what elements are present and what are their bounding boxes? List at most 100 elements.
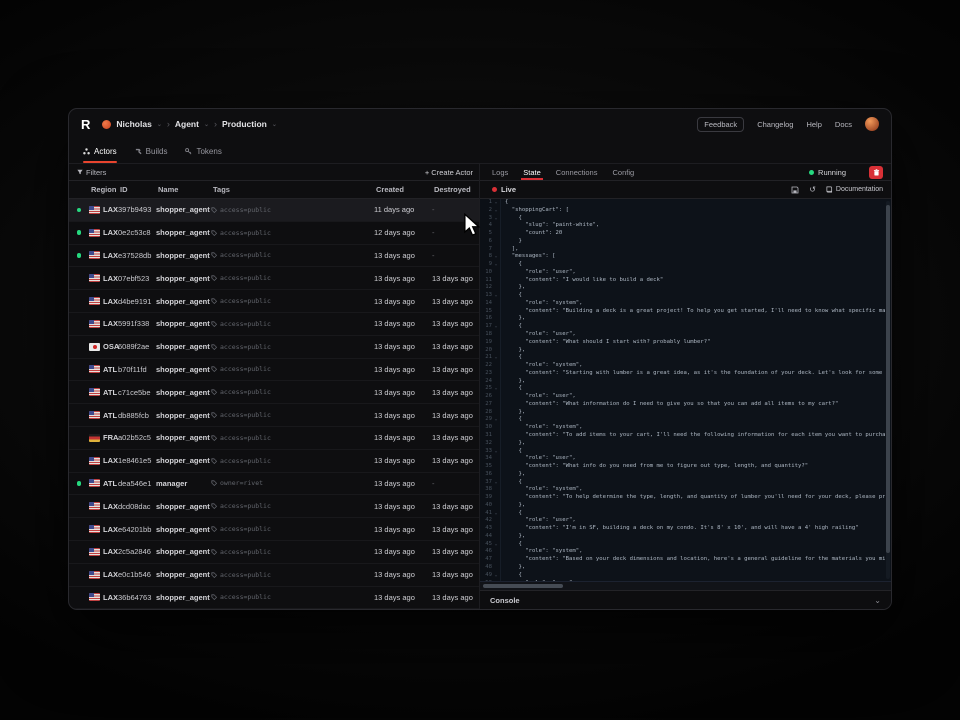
table-row[interactable]: LAX e37528db shopper_agent access=public… — [69, 245, 479, 268]
code-line: 23 "content": "Starting with lumber is a… — [480, 370, 885, 378]
table-row[interactable]: LAX d4be9191 shopper_agent access=public… — [69, 290, 479, 313]
chevron-down-icon[interactable]: ⌄ — [272, 121, 277, 128]
help-link[interactable]: Help — [806, 120, 821, 129]
tab-logs[interactable]: Logs — [492, 164, 508, 180]
row-region: LAX — [103, 593, 118, 602]
table-row[interactable]: ATL db885fcb shopper_agent access=public… — [69, 404, 479, 427]
table-row[interactable]: LAX 0e2c53c8 shopper_agent access=public… — [69, 222, 479, 245]
tab-state[interactable]: State — [523, 164, 541, 180]
tab-actors[interactable]: Actors — [83, 147, 117, 163]
table-row[interactable]: ATL b70f11fd shopper_agent access=public… — [69, 359, 479, 382]
row-tag: access=public — [220, 548, 271, 556]
fold-icon[interactable]: ⌄ — [492, 354, 501, 362]
row-status-cell — [69, 595, 89, 600]
horizontal-scrollbar[interactable] — [480, 581, 891, 590]
save-icon[interactable] — [791, 186, 799, 194]
tag-icon — [211, 207, 217, 213]
fold-icon[interactable]: ⌄ — [492, 448, 501, 456]
col-created[interactable]: Created — [374, 185, 432, 194]
code-editor[interactable]: 1⌄{2⌄ "shoppingCart": [3⌄ {4 "slug": "pa… — [480, 199, 891, 581]
docs-link[interactable]: Docs — [835, 120, 852, 129]
breadcrumb-project[interactable]: Agent — [175, 119, 199, 129]
table-row[interactable]: OSA 6089f2ae shopper_agent access=public… — [69, 336, 479, 359]
fold-icon[interactable]: ⌄ — [492, 479, 501, 487]
line-number: 20 — [480, 347, 492, 355]
table-row[interactable]: ATL c71ce5be shopper_agent access=public… — [69, 381, 479, 404]
fold-spacer — [492, 230, 501, 238]
code-text: "count": 20 — [505, 230, 562, 238]
col-id[interactable]: ID — [118, 185, 156, 194]
code-line: 46 "role": "system", — [480, 548, 885, 556]
row-destroyed: 13 days ago — [432, 525, 479, 534]
breadcrumb-user[interactable]: Nicholas — [116, 119, 151, 129]
row-tag: access=public — [220, 343, 271, 351]
destroy-actor-button[interactable] — [869, 166, 883, 179]
table-row[interactable]: FRA a02b52c5 shopper_agent access=public… — [69, 427, 479, 450]
table-row[interactable]: LAX 2c5a2846 shopper_agent access=public… — [69, 541, 479, 564]
row-status-cell — [69, 458, 89, 463]
table-row[interactable]: LAX 1e8461e5 shopper_agent access=public… — [69, 450, 479, 473]
fold-icon[interactable]: ⌄ — [492, 323, 501, 331]
row-id: b70f11fd — [118, 365, 156, 374]
fold-icon[interactable]: ⌄ — [492, 253, 501, 261]
code-text: ], — [505, 246, 518, 254]
chevron-down-icon[interactable]: ⌄ — [204, 121, 209, 128]
table-row[interactable]: LAX 5991f338 shopper_agent access=public… — [69, 313, 479, 336]
table-row[interactable]: LAX dcd08dac shopper_agent access=public… — [69, 495, 479, 518]
fold-icon[interactable]: ⌄ — [492, 510, 501, 518]
running-dot-icon — [809, 170, 814, 175]
profile-avatar[interactable] — [865, 117, 879, 131]
fold-spacer — [492, 370, 501, 378]
chevron-down-icon[interactable]: ⌄ — [157, 121, 162, 128]
fold-icon[interactable]: ⌄ — [492, 199, 501, 207]
table-row[interactable]: LAX 36b64763 shopper_agent access=public… — [69, 587, 479, 609]
table-row[interactable]: ATL dea546e1 manager owner=rivet 13 days… — [69, 473, 479, 496]
filters-button[interactable]: Filters — [77, 168, 106, 177]
table-row[interactable]: LAX 397b9493 shopper_agent access=public… — [69, 199, 479, 222]
code-text: { — [505, 448, 522, 456]
table-row[interactable]: LAX e64201bb shopper_agent access=public… — [69, 518, 479, 541]
vertical-scrollbar-thumb[interactable] — [886, 205, 890, 553]
row-tag-cell: access=public — [211, 251, 374, 259]
fold-icon[interactable]: ⌄ — [492, 572, 501, 580]
row-id: db885fcb — [118, 411, 156, 420]
feedback-button[interactable]: Feedback — [697, 117, 744, 132]
tab-config[interactable]: Config — [612, 164, 634, 180]
fold-icon[interactable]: ⌄ — [492, 215, 501, 223]
table-row[interactable]: LAX 07ebf523 shopper_agent access=public… — [69, 267, 479, 290]
fold-icon[interactable]: ⌄ — [492, 541, 501, 549]
row-name: shopper_agent — [156, 411, 211, 420]
line-number: 48 — [480, 564, 492, 572]
horizontal-scrollbar-thumb[interactable] — [483, 584, 563, 588]
console-bar[interactable]: Console ⌄ — [480, 590, 891, 609]
changelog-link[interactable]: Changelog — [757, 120, 793, 129]
create-actor-button[interactable]: + Create Actor — [425, 168, 473, 177]
fold-icon[interactable]: ⌄ — [492, 292, 501, 300]
fold-spacer — [492, 463, 501, 471]
documentation-link[interactable]: Documentation — [826, 186, 883, 193]
fold-icon[interactable]: ⌄ — [492, 385, 501, 393]
line-number: 13 — [480, 292, 492, 300]
breadcrumb-environment[interactable]: Production — [222, 119, 267, 129]
vertical-scrollbar[interactable] — [886, 201, 890, 579]
region-flag-icon — [89, 525, 100, 533]
fold-icon[interactable]: ⌄ — [492, 416, 501, 424]
table-row[interactable]: LAX e0c1b546 shopper_agent access=public… — [69, 564, 479, 587]
col-tags[interactable]: Tags — [211, 185, 374, 194]
row-region-cell: FRA — [89, 433, 118, 442]
col-region[interactable]: Region — [89, 185, 118, 194]
fold-icon[interactable]: ⌄ — [492, 261, 501, 269]
col-destroyed[interactable]: Destroyed — [432, 185, 479, 194]
tab-builds[interactable]: Builds — [135, 147, 168, 163]
fold-icon[interactable]: ⌄ — [492, 207, 501, 215]
tab-tokens[interactable]: Tokens — [185, 147, 221, 163]
rivet-logo[interactable]: R — [81, 117, 89, 132]
col-name[interactable]: Name — [156, 185, 211, 194]
region-flag-icon — [89, 251, 100, 259]
row-destroyed: 13 days ago — [432, 342, 479, 351]
row-id: e64201bb — [118, 525, 156, 534]
chevron-down-icon[interactable]: ⌄ — [874, 596, 881, 605]
undo-icon[interactable]: ↺ — [809, 185, 816, 194]
row-tag: access=public — [220, 593, 271, 601]
tab-connections[interactable]: Connections — [556, 164, 598, 180]
